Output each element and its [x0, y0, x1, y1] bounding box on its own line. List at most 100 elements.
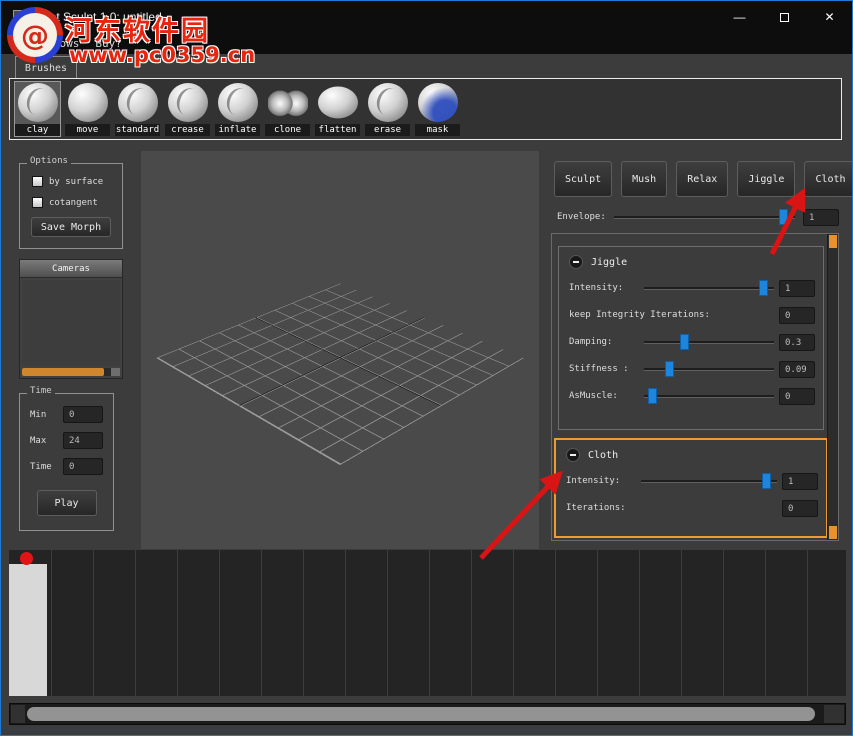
time-field[interactable]: 0 — [63, 458, 103, 475]
brush-label: clone — [265, 124, 310, 136]
timeline-tick — [639, 550, 640, 696]
max-label: Max — [30, 436, 58, 446]
cameras-list[interactable] — [22, 280, 120, 366]
by-surface-option[interactable]: by surface — [32, 176, 122, 187]
intensity-slider[interactable] — [644, 280, 774, 296]
save-morph-button[interactable]: Save Morph — [31, 217, 111, 237]
brush-label: flatten — [315, 124, 360, 136]
params-scrollbar[interactable] — [827, 234, 838, 540]
min-field[interactable]: 0 — [63, 406, 103, 423]
envelope-field[interactable]: 1 — [803, 209, 839, 226]
cameras-scrollbar-end[interactable] — [111, 368, 120, 376]
clay-brush-icon — [18, 83, 58, 122]
asmuscle-slider[interactable] — [644, 388, 774, 404]
maximize-icon — [780, 13, 789, 22]
jiggle-title: Jiggle — [591, 257, 627, 268]
menu-item-buy[interactable]: Buy? — [95, 37, 122, 50]
slider-groove — [614, 216, 795, 219]
brush-inflate[interactable]: inflate — [215, 82, 260, 136]
scrollbar-handle[interactable] — [27, 707, 815, 721]
horizontal-scrollbar[interactable] — [9, 703, 846, 725]
timeline-tick — [723, 550, 724, 696]
intensity-field[interactable]: 1 — [779, 280, 815, 297]
slider-handle[interactable] — [779, 209, 788, 225]
brush-mask[interactable]: mask — [415, 82, 460, 136]
crease-brush-icon — [168, 83, 208, 122]
slider-groove — [644, 287, 774, 290]
brush-clone[interactable]: clone — [265, 82, 310, 136]
playhead-column[interactable] — [9, 564, 47, 696]
scrollbar-right-button[interactable] — [824, 705, 844, 723]
mode-button-cloth[interactable]: Cloth — [804, 161, 853, 197]
keep-integrity-field[interactable]: 0 — [779, 307, 815, 324]
cloth-iterations-row: Iterations: 0 — [566, 500, 818, 516]
cameras-header[interactable]: Cameras — [20, 260, 122, 278]
close-button[interactable]: ✕ — [807, 1, 852, 33]
play-button[interactable]: Play — [37, 490, 97, 516]
timeline[interactable] — [9, 550, 846, 696]
brush-label: mask — [415, 124, 460, 136]
min-label: Min — [30, 410, 58, 420]
brush-standard[interactable]: standard — [115, 82, 160, 136]
brush-flatten[interactable]: flatten — [315, 82, 360, 136]
close-icon: ✕ — [824, 10, 834, 24]
cotangent-checkbox[interactable] — [32, 197, 43, 208]
params-scrollbar-end[interactable] — [829, 526, 837, 539]
timeline-tick — [135, 550, 136, 696]
minimize-button[interactable]: — — [717, 1, 762, 33]
by-surface-checkbox[interactable] — [32, 176, 43, 187]
intensity-label: Intensity: — [569, 283, 639, 293]
tab-brushes[interactable]: Brushes — [15, 56, 77, 79]
slider-handle[interactable] — [680, 334, 689, 350]
asmuscle-field[interactable]: 0 — [779, 388, 815, 405]
time-min-row: Min 0 — [30, 406, 113, 423]
envelope-slider[interactable] — [614, 209, 795, 225]
cloth-intensity-slider[interactable] — [641, 473, 777, 489]
brush-label: inflate — [215, 124, 260, 136]
options-group-title: Options — [27, 156, 71, 166]
menu-item-windows[interactable]: Windows — [33, 37, 79, 50]
scrollbar-left-button[interactable] — [11, 705, 25, 723]
mode-button-jiggle[interactable]: Jiggle — [737, 161, 795, 197]
stiffness-field[interactable]: 0.09 — [779, 361, 815, 378]
timeline-tick — [219, 550, 220, 696]
cloth-iterations-field[interactable]: 0 — [782, 500, 818, 517]
cotangent-option[interactable]: cotangent — [32, 197, 122, 208]
mode-button-mush[interactable]: Mush — [621, 161, 667, 197]
mode-button-sculpt[interactable]: Sculpt — [554, 161, 612, 197]
brush-clay[interactable]: clay — [15, 82, 60, 136]
collapse-icon[interactable] — [569, 255, 583, 269]
brush-label: erase — [365, 124, 410, 136]
params-scrollbar-handle[interactable] — [829, 235, 837, 248]
stiffness-slider[interactable] — [644, 361, 774, 377]
by-surface-label: by surface — [49, 177, 103, 187]
cloth-intensity-field[interactable]: 1 — [782, 473, 818, 490]
brush-label: crease — [165, 124, 210, 136]
keep-integrity-row: keep Integrity Iterations: 0 — [569, 307, 815, 323]
options-group: Options by surface cotangent Save Morph — [19, 163, 123, 249]
minimize-icon: — — [734, 10, 746, 24]
playhead-dot[interactable] — [20, 552, 33, 565]
brush-erase[interactable]: erase — [365, 82, 410, 136]
brush-crease[interactable]: crease — [165, 82, 210, 136]
mode-button-relax[interactable]: Relax — [676, 161, 728, 197]
damping-field[interactable]: 0.3 — [779, 334, 815, 351]
cameras-scrollbar[interactable] — [22, 368, 120, 376]
brush-move[interactable]: move — [65, 82, 110, 136]
slider-groove — [644, 395, 774, 398]
mask-brush-icon — [418, 83, 458, 122]
max-field[interactable]: 24 — [63, 432, 103, 449]
cameras-scrollbar-handle[interactable] — [22, 368, 104, 376]
slider-handle[interactable] — [762, 473, 771, 489]
slider-handle[interactable] — [759, 280, 768, 296]
collapse-icon[interactable] — [566, 448, 580, 462]
slider-handle[interactable] — [648, 388, 657, 404]
damping-slider[interactable] — [644, 334, 774, 350]
slider-handle[interactable] — [665, 361, 674, 377]
timeline-tick — [807, 550, 808, 696]
viewport-3d[interactable] — [141, 151, 539, 549]
maximize-button[interactable] — [762, 1, 807, 33]
timeline-tick — [471, 550, 472, 696]
keep-integrity-label: keep Integrity Iterations: — [569, 310, 710, 320]
window-controls: — ✕ — [717, 1, 852, 33]
